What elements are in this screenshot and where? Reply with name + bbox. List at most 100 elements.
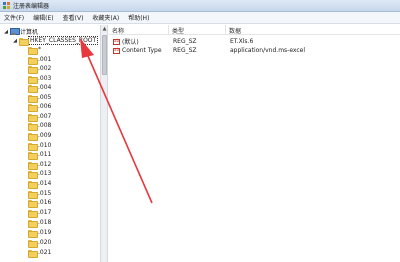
values-list: 名称 类型 数据 (默认) REG_SZ ET.Xls.6 Content Ty… — [109, 25, 400, 262]
registry-app-icon — [3, 2, 10, 9]
tree-item[interactable]: .004 — [28, 83, 52, 93]
tree-item[interactable]: .015 — [28, 189, 51, 199]
column-header-data[interactable]: 数据 — [226, 25, 400, 35]
title-bar: 注册表编辑器 — [0, 0, 400, 12]
tree-item[interactable]: * — [28, 45, 41, 55]
tree-item[interactable]: .020 — [28, 238, 52, 248]
tree-item[interactable]: .016 — [28, 198, 52, 208]
tree-item-label: .016 — [38, 199, 52, 206]
scrollbar-thumb[interactable] — [102, 35, 107, 75]
tree-scrollbar[interactable]: ▲ — [100, 25, 108, 262]
tree-item-label: .005 — [38, 94, 52, 101]
tree-item[interactable]: .008 — [28, 121, 52, 131]
value-name: Content Type — [122, 47, 162, 54]
scroll-up-arrow-icon[interactable]: ▲ — [102, 26, 107, 32]
tree-item-label: .008 — [38, 122, 52, 129]
tree-item[interactable]: .011 — [28, 150, 52, 160]
registry-tree: ◢ 计算机 ◢ HKEY_CLASSES_ROOT * .001 .002 .0… — [0, 25, 100, 262]
tree-item-label: .019 — [38, 229, 52, 236]
value-name-cell: Content Type — [113, 46, 162, 55]
tree-item[interactable]: .013 — [28, 169, 52, 179]
value-name: (默认) — [122, 39, 139, 46]
computer-icon — [10, 28, 20, 35]
menu-file[interactable]: 文件(F) — [3, 12, 25, 23]
menu-bar: 文件(F) 编辑(E) 查看(V) 收藏夹(A) 帮助(H) — [0, 12, 400, 24]
tree-item[interactable]: .014 — [28, 179, 52, 189]
folder-icon — [28, 249, 38, 258]
value-row[interactable]: (默认) REG_SZ ET.Xls.6 — [109, 37, 400, 46]
folder-icon — [28, 161, 38, 170]
tree-item[interactable]: .017 — [28, 208, 52, 218]
folder-icon — [28, 94, 38, 103]
menu-help[interactable]: 帮助(H) — [127, 12, 150, 23]
tree-item[interactable]: .005 — [28, 93, 52, 103]
tree-item-label: .006 — [38, 103, 52, 110]
tree-item[interactable]: .018 — [28, 218, 52, 228]
folder-icon — [28, 113, 38, 122]
folder-icon — [28, 75, 38, 84]
tree-item[interactable]: .007 — [28, 112, 52, 122]
tree-item[interactable]: .003 — [28, 74, 52, 84]
column-header-name[interactable]: 名称 — [109, 25, 169, 35]
menu-edit[interactable]: 编辑(E) — [32, 12, 54, 23]
folder-icon — [28, 180, 38, 189]
tree-item-label: * — [38, 46, 41, 53]
folder-icon — [28, 103, 38, 112]
tree-item[interactable]: .019 — [28, 228, 52, 238]
collapse-arrow-icon[interactable]: ◢ — [3, 29, 9, 35]
tree-item[interactable]: .021 — [28, 248, 52, 258]
folder-icon — [28, 219, 38, 228]
tree-item[interactable]: .012 — [28, 160, 52, 170]
tree-item-label: .012 — [38, 161, 52, 168]
tree-item-label: .003 — [38, 75, 52, 82]
tree-item-label: HKEY_CLASSES_ROOT — [27, 36, 99, 45]
folder-icon — [28, 239, 38, 248]
value-type: REG_SZ — [173, 38, 197, 45]
tree-item-label: .002 — [38, 65, 52, 72]
menu-view[interactable]: 查看(V) — [62, 12, 85, 23]
tree-item-label: .010 — [38, 142, 52, 149]
value-type: REG_SZ — [173, 47, 197, 54]
column-header-type[interactable]: 类型 — [169, 25, 226, 35]
folder-icon — [28, 142, 38, 151]
tree-item[interactable]: .009 — [28, 131, 52, 141]
menu-favorites[interactable]: 收藏夹(A) — [91, 12, 120, 23]
folder-icon — [28, 209, 38, 218]
folder-icon — [28, 151, 38, 160]
folder-icon — [28, 46, 38, 55]
tree-item-computer[interactable]: ◢ 计算机 — [3, 27, 38, 36]
values-header: 名称 类型 数据 — [109, 25, 400, 35]
tree-item-label: .009 — [38, 132, 52, 139]
tree-item-label: .018 — [38, 219, 52, 226]
folder-icon — [28, 190, 38, 199]
tree-item-label: .013 — [38, 170, 52, 177]
tree-item-label: .017 — [38, 209, 52, 216]
tree-item-label: .011 — [38, 151, 52, 158]
tree-item-label: .004 — [38, 84, 52, 91]
tree-item-label: .007 — [38, 113, 52, 120]
tree-item-hkey-classes-root[interactable]: ◢ HKEY_CLASSES_ROOT — [12, 36, 99, 46]
folder-icon — [28, 122, 38, 131]
value-data: application/vnd.ms-excel — [230, 47, 306, 54]
folder-icon — [28, 65, 38, 74]
tree-item[interactable]: .002 — [28, 64, 52, 74]
tree-item[interactable]: .010 — [28, 141, 52, 151]
folder-icon — [28, 84, 38, 93]
tree-item-label: .020 — [38, 239, 52, 246]
tree-item-label: .001 — [38, 56, 52, 63]
collapse-arrow-icon[interactable]: ◢ — [12, 38, 18, 44]
folder-icon — [28, 132, 38, 141]
window-title: 注册表编辑器 — [13, 3, 50, 10]
value-name-cell: (默认) — [113, 37, 139, 46]
value-row[interactable]: Content Type REG_SZ application/vnd.ms-e… — [109, 46, 400, 55]
folder-icon — [28, 170, 38, 179]
tree-item-label: .021 — [38, 249, 52, 256]
tree-item[interactable]: .006 — [28, 102, 52, 112]
folder-icon — [28, 56, 38, 65]
value-data: ET.Xls.6 — [230, 38, 254, 45]
tree-item-label: .014 — [38, 180, 52, 187]
tree-item[interactable]: .001 — [28, 55, 52, 65]
folder-icon — [19, 37, 29, 46]
tree-item-label: 计算机 — [20, 29, 39, 36]
folder-icon — [28, 229, 38, 238]
